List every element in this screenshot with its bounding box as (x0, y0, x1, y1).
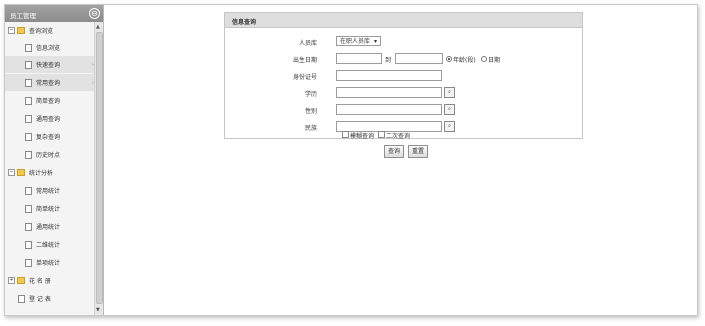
document-icon (25, 240, 32, 249)
education-label: 学历 (304, 91, 317, 98)
tree-item-simple-query[interactable]: 简单查询 (5, 92, 95, 109)
tree-item-label: 简单统计 (36, 206, 61, 213)
gender-input[interactable] (336, 104, 442, 115)
document-icon (25, 132, 32, 141)
to-label: 到 (385, 57, 392, 64)
tree-item-general-query[interactable]: 通用查询 (5, 110, 95, 127)
id-input[interactable] (336, 70, 442, 81)
tree-item-label: 信息浏览 (36, 45, 61, 52)
date-radio[interactable] (481, 56, 487, 62)
document-icon (25, 114, 32, 123)
scroll-up-icon[interactable]: ▲ (96, 24, 100, 30)
sidebar: 员工管理 ⊖ − 查询浏览 信息浏览 快速查询 › 常用查询 › 简单查询 通用… (5, 5, 104, 315)
tree-item-label: 简单查询 (36, 98, 61, 105)
tree-item-general-stat[interactable]: 通用统计 (5, 218, 95, 235)
document-icon (25, 204, 32, 213)
scroll-down-icon[interactable]: ▼ (96, 307, 100, 313)
tree-item-single-stat[interactable]: 单项统计 (5, 254, 95, 271)
id-label: 身份证号 (292, 74, 317, 81)
tree-group-label: 查询浏览 (29, 28, 54, 35)
folder-icon (17, 277, 25, 284)
query-panel: 信息查询 人员库 在职人员库 ▾ 出生日期 到 年龄(段) 日期 身份证号 学历 (224, 12, 583, 139)
document-icon (18, 294, 25, 303)
tree-item-label: 常用统计 (36, 188, 61, 195)
fuzzy-query-checkbox[interactable] (342, 131, 349, 138)
ethnicity-label: 民族 (304, 125, 317, 132)
tree-item-label: 登 记 表 (29, 296, 51, 303)
birth-to-input[interactable] (395, 53, 443, 64)
tree-item-history-point[interactable]: 历史时点 (5, 146, 95, 163)
tree-group-label: 花 名 册 (29, 278, 51, 285)
document-icon (25, 60, 32, 69)
tree-group-label: 统计分析 (29, 170, 54, 177)
tree-item-complex-query[interactable]: 复杂查询 (5, 128, 95, 145)
tree-item-common-stat[interactable]: 常用统计 (5, 182, 95, 199)
scroll-thumb[interactable] (96, 32, 103, 304)
personnel-select-value: 在职人员库 (340, 38, 371, 45)
reset-button[interactable]: 重置 (408, 145, 428, 158)
document-icon (25, 78, 32, 87)
age-range-radio[interactable] (446, 56, 452, 62)
education-input[interactable] (336, 87, 442, 98)
fuzzy-query-label: 模糊查询 (350, 133, 375, 140)
document-icon (25, 96, 32, 105)
sidebar-title: 员工管理 (10, 12, 36, 20)
tree-group-statistics[interactable]: − 统计分析 (5, 164, 95, 181)
tree-item-simple-stat[interactable]: 简单统计 (5, 200, 95, 217)
tree-item-label: 快速查询 (36, 62, 61, 69)
tree-item-common-query[interactable]: 常用查询 › (5, 74, 95, 91)
secondary-query-label: 二次查询 (386, 133, 411, 140)
expand-toggle-icon[interactable]: + (8, 277, 15, 284)
sidebar-header: 员工管理 ⊖ (5, 5, 103, 22)
tree-item-label: 通用统计 (36, 224, 61, 231)
tree-item-label: 单项统计 (36, 260, 61, 267)
document-icon (25, 43, 32, 52)
nav-tree: − 查询浏览 信息浏览 快速查询 › 常用查询 › 简单查询 通用查询 复杂查询… (5, 22, 95, 315)
tree-item-label: 常用查询 (36, 80, 61, 87)
folder-icon (17, 169, 25, 176)
collapse-circle-icon[interactable]: ⊖ (89, 8, 100, 19)
personnel-label: 人员库 (298, 40, 317, 47)
sidebar-scrollbar[interactable]: ▲ ▼ (94, 22, 103, 315)
ethnicity-lookup-icon[interactable]: ⌕ (444, 121, 455, 132)
panel-title: 信息查询 (232, 19, 257, 26)
tree-item-label: 二维统计 (36, 242, 61, 249)
dropdown-arrow-icon: ▾ (373, 38, 377, 45)
tree-item-register[interactable]: 登 记 表 (5, 290, 95, 307)
panel-header: 信息查询 (225, 13, 582, 28)
secondary-query-checkbox[interactable] (378, 131, 385, 138)
tree-item-label: 通用查询 (36, 116, 61, 123)
collapse-toggle-icon[interactable]: − (8, 169, 15, 176)
age-range-label: 年龄(段) (453, 57, 476, 64)
tree-group-query[interactable]: − 查询浏览 (5, 22, 95, 39)
document-icon (25, 150, 32, 159)
tree-item-label: 历史时点 (36, 152, 61, 159)
gender-label: 性别 (304, 108, 317, 115)
date-label: 日期 (488, 57, 501, 64)
birth-from-input[interactable] (336, 53, 382, 64)
main-content: 信息查询 人员库 在职人员库 ▾ 出生日期 到 年龄(段) 日期 身份证号 学历 (104, 5, 697, 315)
personnel-select[interactable]: 在职人员库 ▾ (336, 36, 381, 46)
birth-label: 出生日期 (292, 57, 317, 64)
tree-item-quick-query[interactable]: 快速查询 › (5, 56, 95, 73)
folder-icon (17, 27, 25, 34)
tree-group-roster[interactable]: + 花 名 册 (5, 272, 95, 289)
tree-item-info-browse[interactable]: 信息浏览 (5, 39, 95, 56)
collapse-toggle-icon[interactable]: − (8, 27, 15, 34)
education-lookup-icon[interactable]: ⌕ (444, 87, 455, 98)
tree-item-2d-stat[interactable]: 二维统计 (5, 236, 95, 253)
document-icon (25, 222, 32, 231)
query-button[interactable]: 查询 (384, 145, 404, 158)
document-icon (25, 258, 32, 267)
app-window: 员工管理 ⊖ − 查询浏览 信息浏览 快速查询 › 常用查询 › 简单查询 通用… (4, 4, 698, 316)
tree-item-label: 复杂查询 (36, 134, 61, 141)
document-icon (25, 186, 32, 195)
gender-lookup-icon[interactable]: ⌕ (444, 104, 455, 115)
